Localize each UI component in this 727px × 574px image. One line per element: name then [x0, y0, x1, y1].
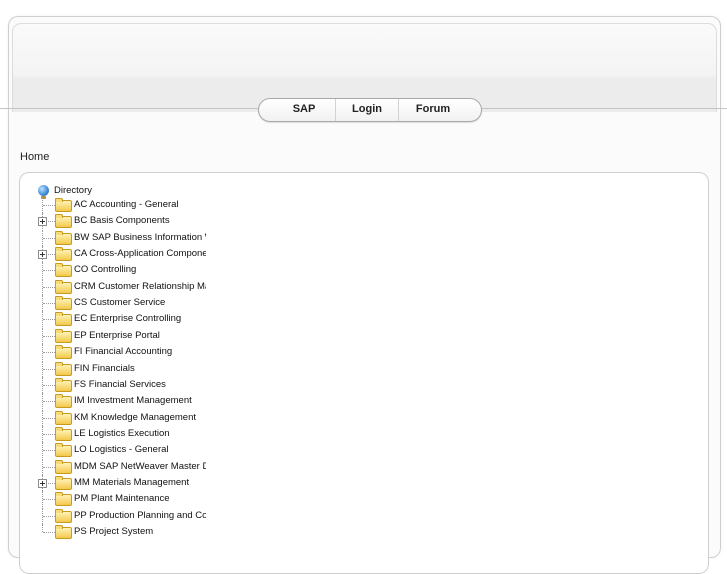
expand-plus-icon[interactable]: [38, 217, 47, 227]
tree-connector: [43, 450, 55, 452]
breadcrumb[interactable]: Home: [20, 151, 49, 163]
tree-item[interactable]: AC Accounting - General: [20, 197, 210, 213]
folder-icon: [55, 345, 72, 360]
tree-connector: [43, 401, 55, 403]
folder-icon: [55, 377, 72, 392]
tree-connector: [43, 368, 55, 370]
tree-item-label[interactable]: AC Accounting - General: [74, 198, 206, 212]
tab-login[interactable]: Login: [335, 99, 398, 121]
tree-item[interactable]: PP Production Planning and Control: [20, 507, 210, 524]
tree-item-label[interactable]: PS Project System: [74, 525, 206, 539]
tree-connector: [43, 384, 55, 386]
tree-connector: [42, 524, 43, 532]
tree-connector: [43, 335, 55, 337]
tree-item-label[interactable]: IM Investment Management: [74, 394, 206, 408]
tree-item-label[interactable]: BC Basis Components: [74, 214, 206, 228]
tree-item[interactable]: EC Enterprise Controlling: [20, 311, 210, 328]
tree-item[interactable]: IM Investment Management: [20, 393, 210, 410]
tree-item-label[interactable]: MDM SAP NetWeaver Master Data Management: [74, 460, 206, 474]
tree-item[interactable]: CRM Customer Relationship Management: [20, 278, 210, 295]
folder-icon: [55, 525, 72, 539]
folder-icon: [55, 361, 72, 376]
tree-connector: [43, 286, 55, 288]
tree-item-label[interactable]: CS Customer Service: [74, 296, 206, 310]
tree-connector: [43, 270, 55, 272]
tree-item-label[interactable]: MM Materials Management: [74, 476, 206, 490]
tree-connector: [43, 515, 55, 517]
folder-icon: [55, 328, 72, 343]
folder-icon: [55, 312, 72, 327]
tree-item[interactable]: BC Basis Components: [20, 213, 210, 230]
tree-connector: [43, 205, 55, 206]
tree-item-label[interactable]: PP Production Planning and Control: [74, 509, 206, 523]
tree-item[interactable]: FS Financial Services: [20, 376, 210, 393]
tree-item-label[interactable]: LE Logistics Execution: [74, 427, 206, 441]
tree-item-label[interactable]: CO Controlling: [74, 263, 206, 277]
folder-icon: [55, 410, 72, 425]
tree-connector: [43, 303, 55, 305]
tree-connector: [43, 433, 55, 435]
tree-item[interactable]: MM Materials Management: [20, 474, 210, 491]
tree-item[interactable]: KM Knowledge Management: [20, 409, 210, 426]
folder-icon: [55, 214, 72, 229]
tree-item-label[interactable]: EP Enterprise Portal: [74, 329, 206, 343]
folder-icon: [55, 443, 72, 458]
tree-item[interactable]: EP Enterprise Portal: [20, 327, 210, 344]
folder-icon: [55, 492, 72, 507]
tree-item-label[interactable]: PM Plant Maintenance: [74, 492, 206, 506]
tree-item[interactable]: CS Customer Service: [20, 295, 210, 312]
tree-connector: [43, 417, 55, 419]
tree-item-label[interactable]: CRM Customer Relationship Management: [74, 280, 206, 294]
folder-icon: [55, 508, 72, 523]
tree-item-label[interactable]: BW SAP Business Information Warehouse: [74, 231, 206, 245]
tree-item-label[interactable]: FIN Financials: [74, 362, 206, 376]
tree-item[interactable]: FI Financial Accounting: [20, 344, 210, 361]
tree-connector: [43, 352, 55, 354]
tree-connector: [43, 237, 55, 239]
tree-item[interactable]: PM Plant Maintenance: [20, 491, 210, 508]
folder-icon: [55, 296, 72, 311]
tree-connector: [43, 499, 55, 501]
folder-icon: [55, 263, 72, 278]
folder-icon: [55, 459, 72, 474]
tree-root[interactable]: Directory: [38, 182, 93, 199]
top-nav: SAP Login Forum: [258, 98, 482, 122]
tree-item[interactable]: FIN Financials: [20, 360, 210, 377]
tree-connector: [43, 532, 55, 533]
tree-item[interactable]: CA Cross-Application Components: [20, 246, 210, 263]
tree-root-label: Directory: [54, 184, 93, 196]
tree-item-label[interactable]: LO Logistics - General: [74, 443, 206, 457]
tab-forum[interactable]: Forum: [398, 99, 467, 121]
tree-item-label[interactable]: EC Enterprise Controlling: [74, 312, 206, 326]
tree-item[interactable]: LO Logistics - General: [20, 442, 210, 459]
tree-item[interactable]: BW SAP Business Information Warehouse: [20, 229, 210, 246]
folder-icon: [55, 247, 72, 262]
folder-icon: [55, 198, 72, 212]
tree-item[interactable]: LE Logistics Execution: [20, 425, 210, 442]
tree-item-label[interactable]: KM Knowledge Management: [74, 411, 206, 425]
expand-plus-icon[interactable]: [38, 478, 47, 488]
tree-item-label[interactable]: FI Financial Accounting: [74, 345, 206, 359]
tree-connector: [43, 466, 55, 468]
folder-icon: [55, 230, 72, 245]
tree-item-label[interactable]: CA Cross-Application Components: [74, 247, 206, 261]
directory-panel: Directory AC Accounting - General BC Basi…: [19, 172, 709, 574]
folder-icon: [55, 394, 72, 409]
tab-sap[interactable]: SAP: [273, 99, 335, 121]
folder-icon: [55, 426, 72, 441]
tree-item-label[interactable]: FS Financial Services: [74, 378, 206, 392]
folder-icon: [55, 279, 72, 294]
folder-icon: [55, 475, 72, 490]
globe-icon: [38, 184, 49, 199]
tree-item[interactable]: PS Project System: [20, 524, 210, 540]
tree-connector: [43, 319, 55, 321]
expand-plus-icon[interactable]: [38, 250, 47, 260]
tree-item[interactable]: MDM SAP NetWeaver Master Data Management: [20, 458, 210, 475]
tree-item[interactable]: CO Controlling: [20, 262, 210, 279]
